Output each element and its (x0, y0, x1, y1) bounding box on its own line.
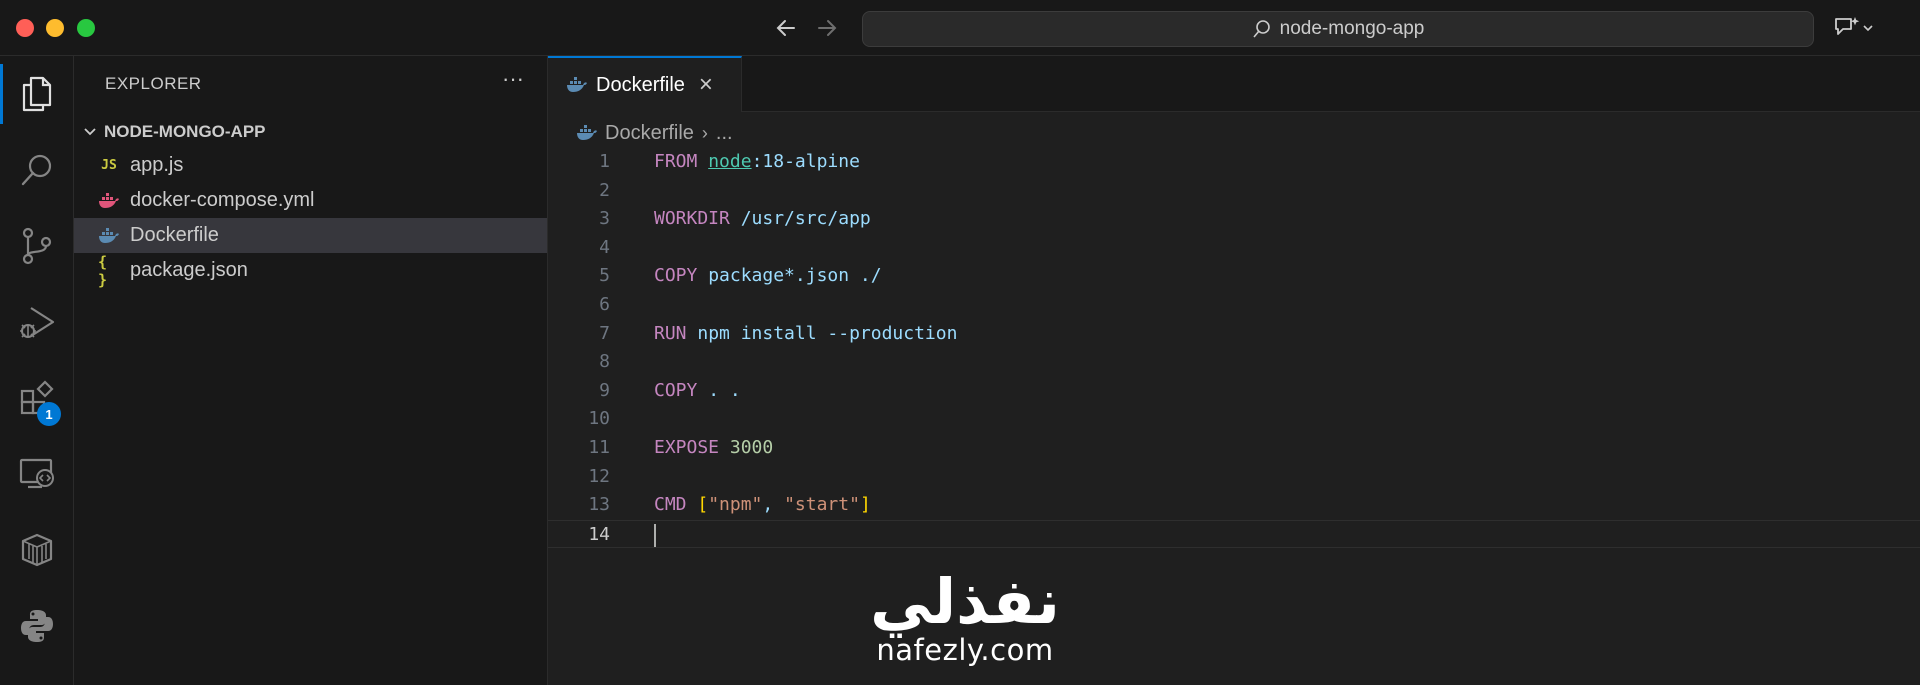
chat-sparkle-icon (1835, 17, 1860, 35)
line-number: 2 (599, 179, 610, 201)
file-label: docker-compose.yml (130, 189, 315, 211)
code-line: 1 FROM node:18-alpine (548, 148, 1920, 177)
breadcrumb-separator: › (701, 122, 708, 143)
line-number: 7 (599, 322, 610, 344)
search-icon[interactable] (0, 132, 74, 208)
folder-root-node-mongo-app[interactable]: NODE-MONGO-APP (74, 116, 547, 148)
breadcrumb: Dockerfile › ... (576, 118, 733, 148)
file-item-app-js[interactable]: JS app.js (74, 148, 547, 183)
docker-file-icon (98, 225, 120, 247)
tab-dockerfile[interactable]: Dockerfile × (548, 56, 742, 112)
line-number: 11 (588, 436, 610, 458)
line-content: RUN npm install --production (654, 322, 958, 344)
breadcrumb-more[interactable]: ... (716, 122, 733, 145)
code-line: 13 CMD ["npm", "start"] (548, 491, 1920, 520)
close-window-button[interactable] (16, 19, 34, 37)
line-number: 13 (588, 494, 610, 516)
copilot-chat-button[interactable] (1833, 14, 1883, 42)
run-debug-icon[interactable] (0, 284, 74, 360)
extensions-icon[interactable]: 1 (0, 360, 74, 436)
code-line-current: 14 (548, 519, 1920, 549)
code-line: 4 (548, 234, 1920, 263)
line-content: COPY . . (654, 379, 741, 401)
python-icon[interactable] (0, 588, 74, 664)
folder-label: NODE-MONGO-APP (104, 122, 266, 141)
minimize-window-button[interactable] (46, 19, 64, 37)
line-content: FROM node:18-alpine (654, 151, 860, 172)
breadcrumb-file[interactable]: Dockerfile (605, 122, 694, 145)
line-content: EXPOSE 3000 (654, 436, 774, 458)
title-bar: node-mongo-app (0, 0, 1920, 56)
line-number: 1 (599, 151, 610, 172)
zoom-window-button[interactable] (77, 19, 95, 37)
line-number: 8 (599, 351, 610, 373)
code-line: 10 (548, 405, 1920, 434)
watermark-logo: نفذلي (870, 565, 1060, 638)
sidebar-title: EXPLORER (105, 74, 202, 93)
docker-file-icon (577, 125, 597, 140)
command-center-search[interactable]: node-mongo-app (862, 11, 1814, 47)
code-lines: 1 FROM node:18-alpine 2 3 WORKDIR /usr/s… (548, 148, 1920, 549)
back-arrow-icon[interactable] (772, 14, 800, 42)
remote-explorer-icon[interactable] (0, 436, 74, 512)
line-content: CMD ["npm", "start"] (654, 494, 871, 516)
line-number: 4 (599, 236, 610, 258)
line-number: 12 (588, 465, 610, 487)
watermark: نفذلي nafezly.com (850, 565, 1080, 667)
code-editor[interactable]: Dockerfile › ... 1 FROM node:18-alpine 2… (548, 112, 1920, 685)
watermark-url: nafezly.com (876, 633, 1054, 667)
docker-compose-file-icon (98, 190, 120, 212)
line-number: 6 (599, 293, 610, 315)
chevron-down-icon (84, 128, 96, 136)
editor-tabs: Dockerfile × (548, 56, 1920, 112)
source-control-icon[interactable] (0, 208, 74, 284)
text-cursor (654, 523, 656, 547)
code-line: 12 (548, 463, 1920, 492)
forward-arrow-icon[interactable] (813, 14, 841, 42)
line-content: COPY package*.json ./ (654, 265, 882, 287)
chevron-down-icon (1863, 25, 1873, 32)
file-label: app.js (130, 154, 184, 176)
line-number: 9 (599, 379, 610, 401)
code-line: 2 (548, 177, 1920, 206)
code-line: 7 RUN npm install --production (548, 320, 1920, 349)
javascript-file-icon: JS (101, 158, 117, 173)
activity-bar: 1 (0, 56, 74, 685)
file-item-docker-compose[interactable]: docker-compose.yml (74, 183, 547, 218)
code-line: 5 COPY package*.json ./ (548, 262, 1920, 291)
more-actions-button[interactable]: ··· (498, 68, 528, 96)
explorer-icon[interactable] (0, 56, 74, 132)
line-number: 14 (588, 523, 610, 545)
line-number: 3 (599, 208, 610, 230)
extensions-badge: 1 (37, 402, 61, 426)
line-content: WORKDIR /usr/src/app (654, 208, 871, 230)
containers-icon[interactable] (0, 512, 74, 588)
code-line: 8 (548, 348, 1920, 377)
file-item-package-json[interactable]: { } package.json (74, 252, 547, 289)
file-label: Dockerfile (130, 224, 219, 246)
explorer-sidebar: EXPLORER ··· NODE-MONGO-APP JS app.js do… (74, 56, 548, 685)
line-number: 5 (599, 265, 610, 287)
close-icon[interactable]: × (699, 71, 713, 99)
code-line: 9 COPY . . (548, 377, 1920, 406)
code-line: 11 EXPOSE 3000 (548, 434, 1920, 463)
command-center-label: node-mongo-app (1279, 18, 1425, 39)
line-number: 10 (588, 408, 610, 430)
code-line: 3 WORKDIR /usr/src/app (548, 205, 1920, 234)
file-label: package.json (130, 259, 248, 281)
file-item-dockerfile[interactable]: Dockerfile (74, 218, 547, 253)
search-icon (1253, 20, 1270, 38)
tab-label: Dockerfile (596, 73, 685, 96)
code-line: 6 (548, 291, 1920, 320)
json-file-icon: { } (98, 252, 108, 289)
docker-file-icon (567, 77, 587, 92)
